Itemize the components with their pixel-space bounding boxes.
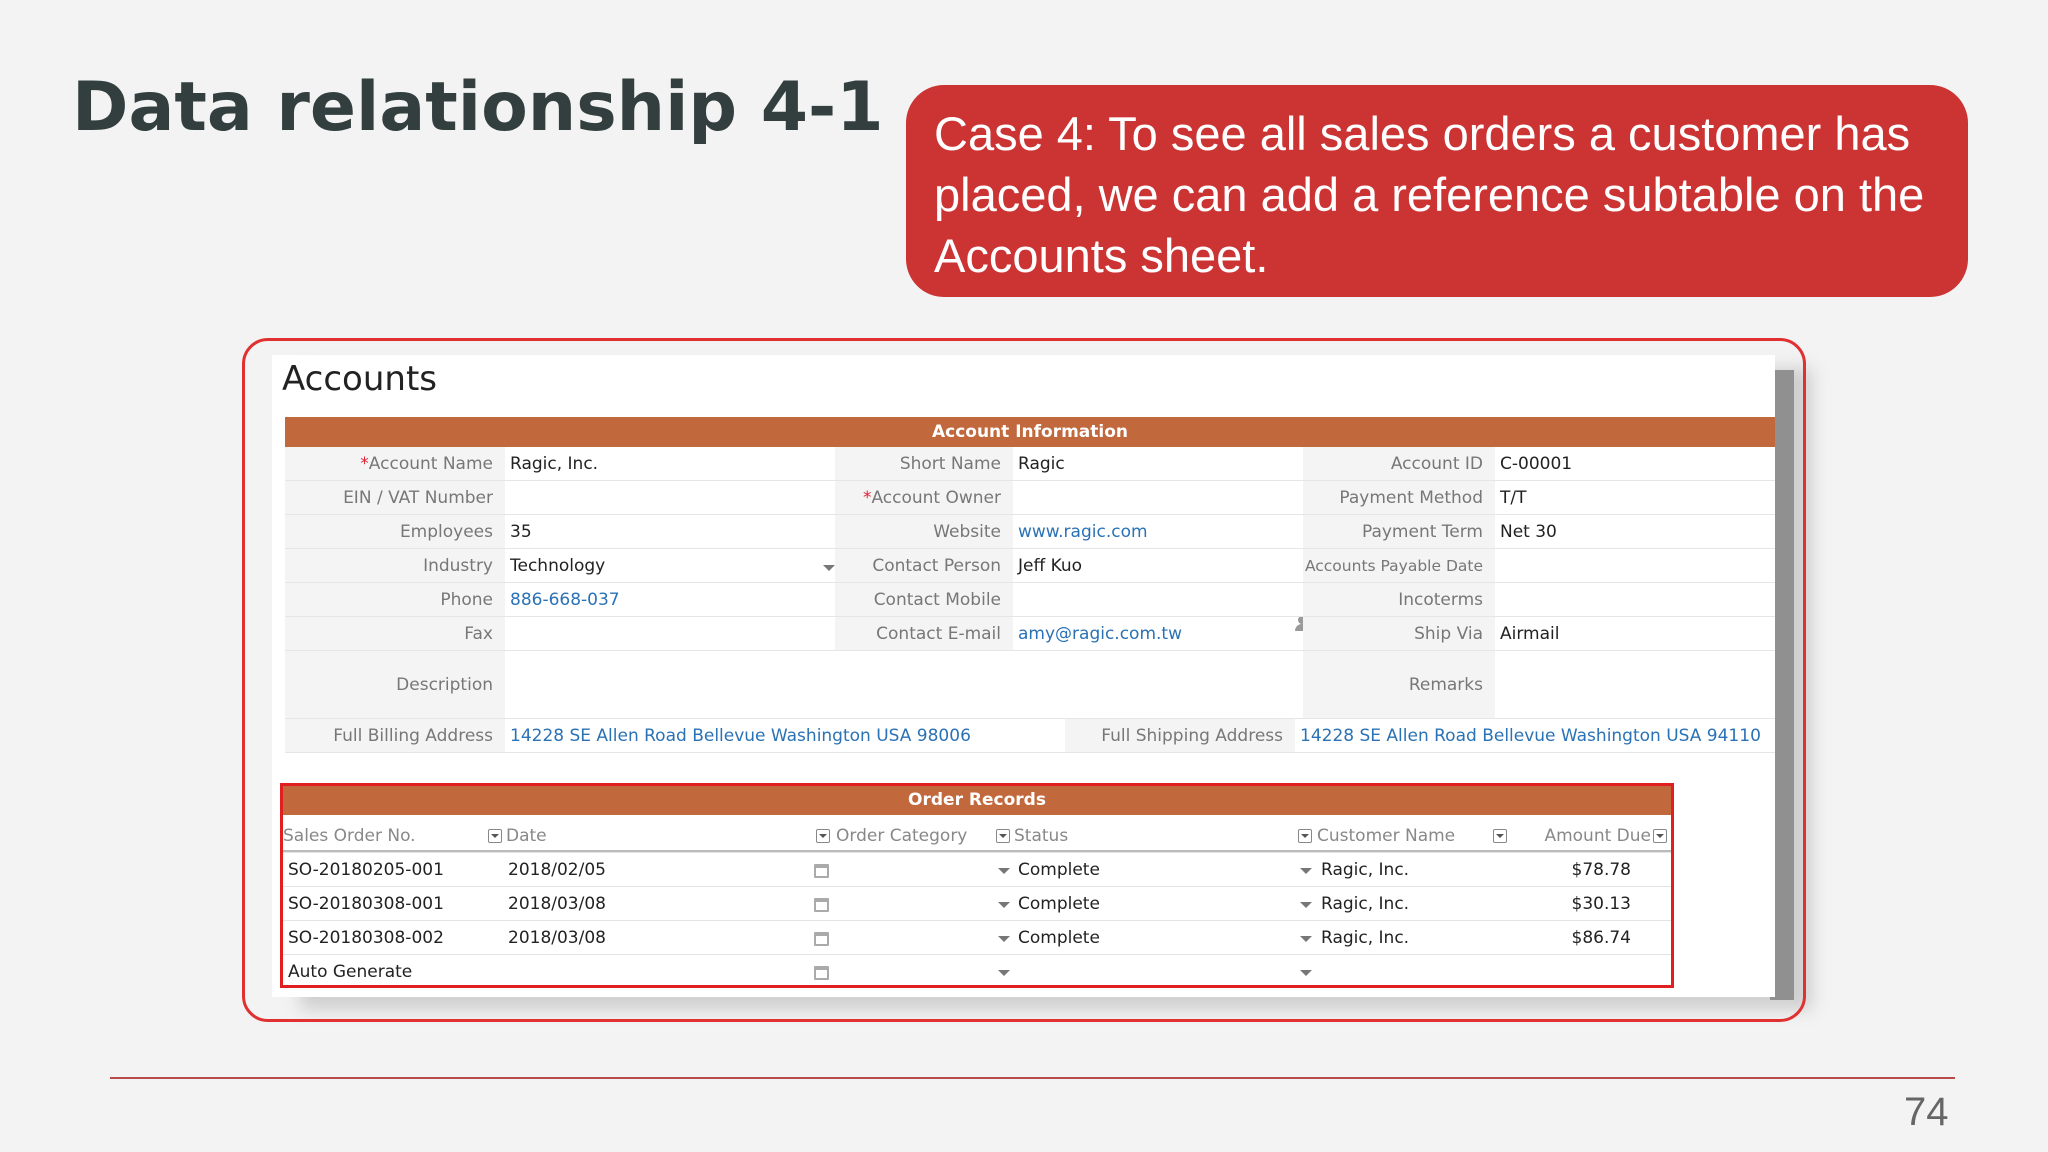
highlight-frame (242, 338, 1806, 1022)
slide-title: Data relationship 4-1 (72, 68, 884, 147)
case-callout: Case 4: To see all sales orders a custom… (906, 85, 1968, 297)
page-number: 74 (1904, 1090, 1949, 1134)
footer-divider (110, 1077, 1955, 1079)
